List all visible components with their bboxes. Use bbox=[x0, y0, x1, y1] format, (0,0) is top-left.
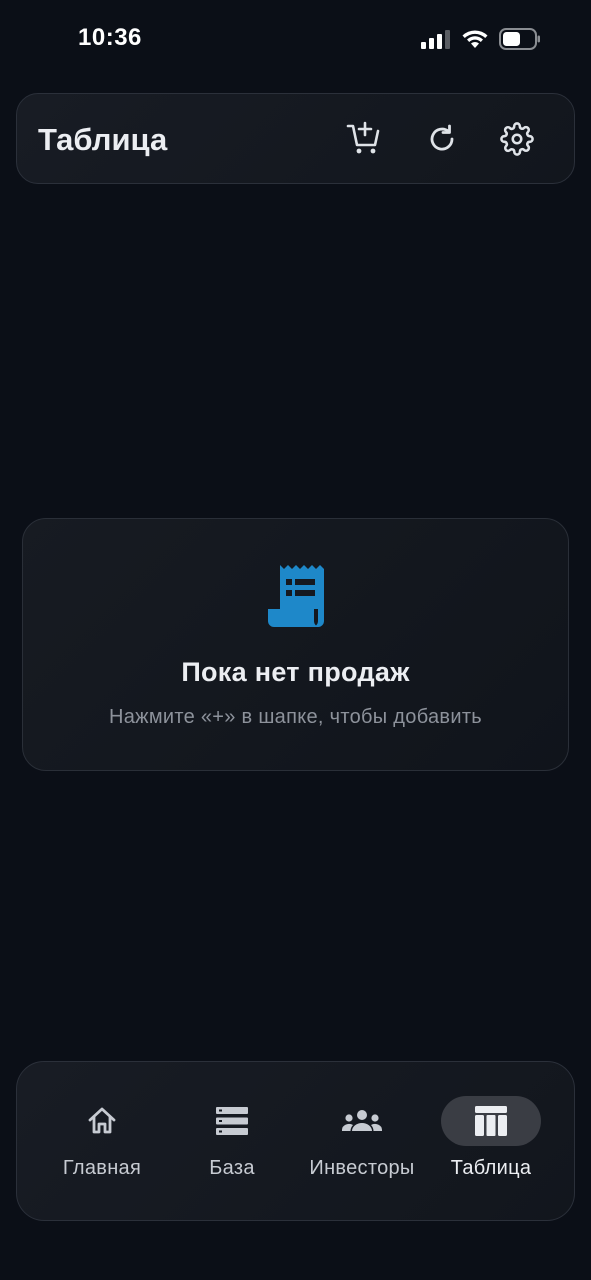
home-icon bbox=[88, 1107, 116, 1134]
refresh-button[interactable] bbox=[422, 119, 462, 159]
active-tab-pill bbox=[441, 1096, 541, 1146]
database-icon bbox=[216, 1107, 248, 1135]
empty-state-subtitle: Нажмите «+» в шапке, чтобы добавить bbox=[108, 706, 482, 728]
settings-button[interactable] bbox=[497, 119, 537, 159]
empty-state-card: Пока нет продаж Нажмите «+» в шапке, что… bbox=[22, 518, 569, 771]
page-title: Таблица bbox=[38, 122, 168, 157]
gear-icon bbox=[500, 122, 534, 156]
app-screen: 10:36 Таблица Пока нет продаж Нажмите «+… bbox=[0, 0, 591, 1280]
bottom-navigation: Главная База Инвесторы Таблица bbox=[16, 1061, 575, 1221]
group-icon bbox=[342, 1110, 382, 1131]
nav-label-table: Таблица bbox=[450, 1157, 532, 1179]
table-icon bbox=[475, 1106, 507, 1136]
receipt-icon bbox=[268, 565, 324, 627]
status-time: 10:36 bbox=[78, 24, 142, 51]
empty-state-title: Пока нет продаж bbox=[181, 657, 410, 687]
status-icons bbox=[421, 28, 541, 50]
app-header: Таблица bbox=[16, 93, 575, 184]
nav-item-home[interactable]: Главная bbox=[37, 1096, 167, 1186]
nav-item-investors[interactable]: Инвесторы bbox=[297, 1096, 427, 1186]
refresh-icon bbox=[430, 124, 454, 151]
add-sale-button[interactable] bbox=[344, 119, 384, 159]
nav-item-table[interactable]: Таблица bbox=[426, 1096, 556, 1186]
nav-label-home: Главная bbox=[62, 1157, 142, 1179]
wifi-icon bbox=[462, 30, 488, 48]
nav-label-investors: Инвесторы bbox=[309, 1157, 415, 1179]
add-to-cart-icon bbox=[346, 121, 380, 154]
nav-item-database[interactable]: База bbox=[167, 1096, 297, 1186]
battery-icon bbox=[499, 28, 540, 50]
nav-label-database: База bbox=[209, 1157, 255, 1179]
signal-icon bbox=[421, 30, 450, 49]
